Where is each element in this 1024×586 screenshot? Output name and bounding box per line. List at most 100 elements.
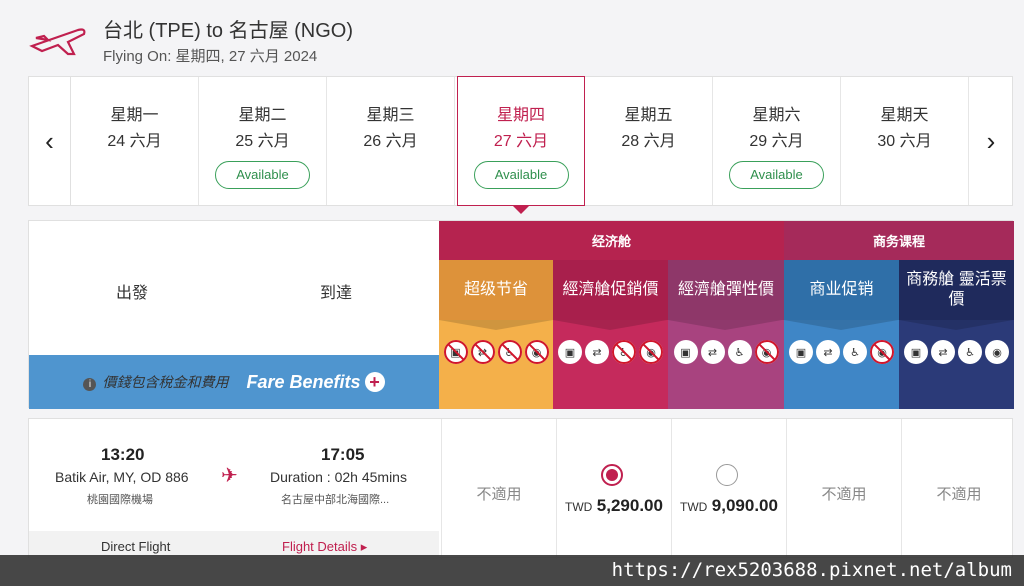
not-applicable-label: 不適用 <box>821 486 867 503</box>
route-title: 台北 (TPE) to 名古屋 (NGO) <box>103 20 353 42</box>
baggage-icon: ▣ <box>443 340 468 364</box>
price-amount: 5,290.00 <box>596 496 663 515</box>
carrier-info: Batik Air, MY, OD 886 <box>55 469 189 485</box>
meal-icon: ◉ <box>870 340 894 364</box>
meal-icon: ◉ <box>985 340 1009 364</box>
fare-benefits-bar[interactable]: i 價錢包含稅金和費用 Fare Benefits + <box>29 355 439 409</box>
airplane-icon: ✈ <box>221 465 238 487</box>
depart-time: 13:20 <box>101 445 145 464</box>
meal-icon: ◉ <box>754 340 779 364</box>
day-name: 星期天 <box>880 107 929 124</box>
arrive-airport: 名古屋中部北海國際... <box>281 494 390 506</box>
currency: TWD <box>565 500 593 514</box>
fare-benefits-link[interactable]: Fare Benefits <box>246 372 360 393</box>
date-tab-27[interactable]: 星期四 27 六月 Available <box>457 76 585 206</box>
fare-price: TWD 9,090.00 <box>672 496 786 516</box>
chevron-right-icon: ▸ <box>360 539 368 554</box>
not-applicable-label: 不適用 <box>936 486 982 503</box>
fare-table-header: 出發 到達 i 價錢包含稅金和費用 Fare Benefits + 经济舱 商务课… <box>28 220 1014 409</box>
day-date: 28 六月 <box>621 133 676 150</box>
baggage-icon: ▣ <box>558 340 582 364</box>
fare-col-economy-flex: 經濟艙彈性價 ▣ ⇄ ♿ ◉ <box>668 260 784 409</box>
day-name: 星期四 <box>496 107 545 124</box>
seat-icon: ♿ <box>843 340 867 364</box>
fare-radio[interactable] <box>716 464 738 486</box>
day-name: 星期二 <box>238 107 287 124</box>
chevron-right-icon[interactable]: › <box>970 77 1012 205</box>
fare-icons: ▣ ⇄ ♿ ◉ <box>784 340 899 364</box>
fare-name: 商務艙 靈活票價 <box>899 260 1014 330</box>
flight-details-link[interactable]: Flight Details ▸ <box>282 539 367 555</box>
fare-icons: ▣ ⇄ ♿ ◉ <box>668 340 784 364</box>
day-date: 27 六月 <box>493 133 549 150</box>
day-date: 24 六月 <box>107 133 162 150</box>
not-applicable-label: 不適用 <box>476 486 522 503</box>
fare-col-business-promo: 商业促销 ▣ ⇄ ♿ ◉ <box>784 260 899 409</box>
day-date: 30 六月 <box>877 133 932 150</box>
day-name: 星期一 <box>110 107 159 124</box>
currency: TWD <box>680 500 708 514</box>
meal-icon: ◉ <box>524 340 549 364</box>
fare-name: 經濟艙彈性價 <box>668 260 784 330</box>
depart-airport: 桃園國際機場 <box>87 494 153 506</box>
depart-column-header: 出發 <box>116 285 149 302</box>
day-name: 星期五 <box>624 107 673 124</box>
available-badge: Available <box>473 161 569 189</box>
baggage-icon: ▣ <box>904 340 928 364</box>
date-tab-25[interactable]: 星期二 25 六月 Available <box>199 77 327 205</box>
fare-name: 經濟艙促銷價 <box>553 260 668 330</box>
price-amount: 9,090.00 <box>711 496 778 515</box>
meal-icon: ◉ <box>639 340 663 364</box>
fare-cell-economy-promo[interactable]: TWD 5,290.00 <box>556 419 671 559</box>
flight-row: 13:20 Batik Air, MY, OD 886 桃園國際機場 ✈ 17:… <box>28 418 1016 559</box>
chevron-left-icon[interactable]: ‹ <box>29 77 71 205</box>
direct-flight-label: Direct Flight <box>101 539 171 554</box>
date-tab-30[interactable]: 星期天 30 六月 <box>841 77 969 205</box>
fare-name: 超级节省 <box>439 260 553 330</box>
seat-icon: ♿ <box>612 340 636 364</box>
day-date: 26 六月 <box>363 133 418 150</box>
baggage-icon: ▣ <box>789 340 813 364</box>
flying-on-date: Flying On: 星期四, 27 六月 2024 <box>103 48 318 65</box>
selected-date-caret <box>513 206 529 214</box>
change-icon: ⇄ <box>816 340 840 364</box>
page-header: 台北 (TPE) to 名古屋 (NGO) Flying On: 星期四, 27… <box>0 0 1024 76</box>
fare-icons: ▣ ⇄ ♿ ◉ <box>439 340 553 364</box>
date-tab-28[interactable]: 星期五 28 六月 <box>585 77 713 205</box>
fare-price: TWD 5,290.00 <box>557 496 671 516</box>
baggage-icon: ▣ <box>673 340 698 364</box>
watermark: https://rex5203688.pixnet.net/album <box>0 555 1024 586</box>
arrive-time: 17:05 <box>321 445 365 464</box>
fare-cell-super-saver: 不適用 <box>441 419 556 559</box>
fare-cell-economy-flex[interactable]: TWD 9,090.00 <box>671 419 786 559</box>
fare-col-super-saver: 超级节省 ▣ ⇄ ♿ ◉ <box>439 260 553 409</box>
change-icon: ⇄ <box>700 340 725 364</box>
date-selector: ‹ 星期一 24 六月 星期二 25 六月 Available 星期三 26 六… <box>28 76 1013 206</box>
fare-icons: ▣ ⇄ ♿ ◉ <box>899 340 1014 364</box>
day-name: 星期六 <box>752 107 801 124</box>
available-badge: Available <box>729 161 824 189</box>
change-icon: ⇄ <box>470 340 495 364</box>
seat-icon: ♿ <box>958 340 982 364</box>
fare-cell-business-promo: 不適用 <box>786 419 901 559</box>
day-date: 29 六月 <box>749 133 804 150</box>
arrive-column-header: 到達 <box>320 285 353 302</box>
fare-cell-business-flex: 不適用 <box>901 419 1016 559</box>
tax-note: i 價錢包含稅金和費用 <box>83 372 228 392</box>
day-name: 星期三 <box>366 107 415 124</box>
change-icon: ⇄ <box>931 340 955 364</box>
fare-name: 商业促销 <box>784 260 899 330</box>
date-tab-24[interactable]: 星期一 24 六月 <box>71 77 199 205</box>
date-tab-29[interactable]: 星期六 29 六月 Available <box>713 77 841 205</box>
airplane-logo-icon <box>29 28 86 56</box>
info-icon: i <box>83 378 97 391</box>
date-tab-26[interactable]: 星期三 26 六月 <box>327 77 455 205</box>
seat-icon: ♿ <box>497 340 522 364</box>
day-date: 25 六月 <box>235 133 290 150</box>
fare-icons: ▣ ⇄ ♿ ◉ <box>553 340 668 364</box>
available-badge: Available <box>215 161 310 189</box>
fare-col-business-flex: 商務艙 靈活票價 ▣ ⇄ ♿ ◉ <box>899 260 1014 409</box>
fare-radio-selected[interactable] <box>601 464 623 486</box>
plus-icon[interactable]: + <box>364 372 385 392</box>
business-cabin-header: 商务课程 <box>784 221 1014 260</box>
